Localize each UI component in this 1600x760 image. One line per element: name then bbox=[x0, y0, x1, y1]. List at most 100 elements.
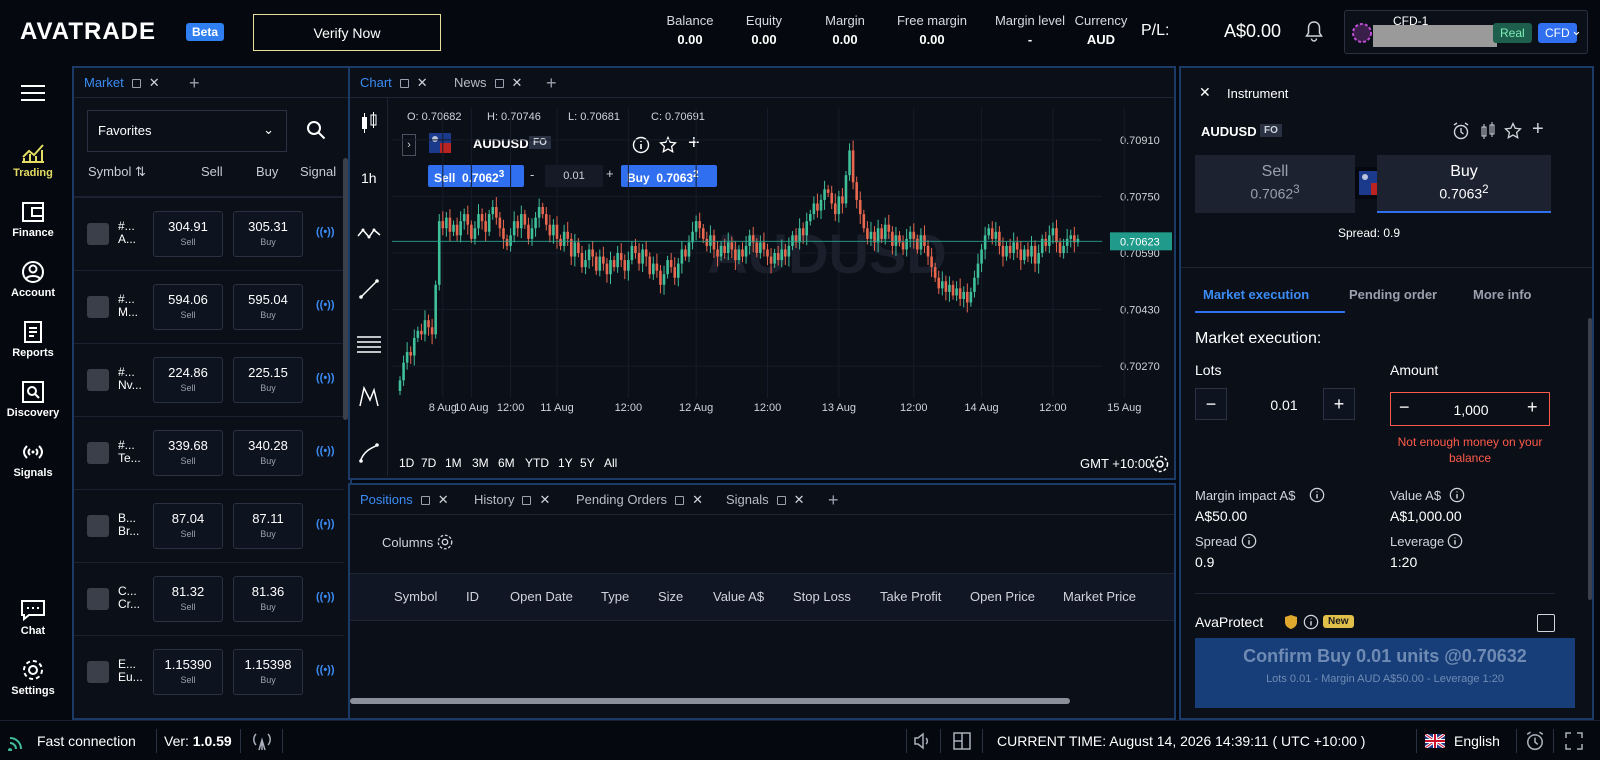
star-icon[interactable] bbox=[1504, 122, 1522, 140]
market-buy-button[interactable]: 225.15 Buy bbox=[233, 357, 303, 403]
detach-icon[interactable] bbox=[675, 496, 685, 505]
close-icon[interactable]: ✕ bbox=[539, 492, 550, 507]
tab-market[interactable]: Market ✕ bbox=[74, 68, 160, 98]
price-chart[interactable]: AUDUSD0.709100.707500.705900.704300.7027… bbox=[392, 98, 1172, 444]
instrument-scrollbar[interactable] bbox=[1588, 318, 1592, 600]
avaprotect-checkbox[interactable] bbox=[1537, 614, 1555, 632]
market-buy-button[interactable]: 305.31 Buy bbox=[233, 211, 303, 257]
tab-more-info[interactable]: More info bbox=[1473, 287, 1532, 302]
columns-gear-icon[interactable] bbox=[436, 533, 454, 551]
market-row[interactable]: E... Eu... 1.15390 Sell 1.15398 Buy ((•)) bbox=[74, 635, 344, 707]
nav-finance[interactable]: Finance bbox=[0, 200, 66, 239]
market-buy-button[interactable]: 87.11 Buy bbox=[233, 503, 303, 549]
indicators-icon[interactable] bbox=[357, 224, 381, 242]
close-icon[interactable]: ✕ bbox=[417, 75, 428, 90]
lots-decrease-button[interactable]: − bbox=[1195, 388, 1227, 420]
chart-settings-gear-icon[interactable] bbox=[1150, 454, 1170, 474]
nav-reports[interactable]: Reports bbox=[0, 320, 66, 359]
detach-icon[interactable] bbox=[776, 496, 786, 505]
detach-icon[interactable] bbox=[131, 79, 141, 88]
nav-settings[interactable]: Settings bbox=[0, 658, 66, 697]
market-buy-button[interactable]: 1.15398 Buy bbox=[233, 649, 303, 695]
nav-trading[interactable]: Trading bbox=[0, 140, 66, 179]
add-icon[interactable]: + bbox=[1532, 118, 1544, 141]
market-sell-button[interactable]: 304.91 Sell bbox=[153, 211, 223, 257]
range-button[interactable]: YTD bbox=[525, 456, 549, 470]
tab-pending-orders[interactable]: Pending Orders ✕ bbox=[566, 485, 703, 515]
market-row[interactable]: #... Te... 339.68 Sell 340.28 Buy ((•)) bbox=[74, 416, 344, 488]
positions-column-header[interactable]: Size bbox=[658, 589, 683, 604]
close-icon[interactable]: ✕ bbox=[149, 75, 160, 90]
nav-discovery[interactable]: Discovery bbox=[0, 380, 66, 419]
instrument-buy-button[interactable]: Buy 0.70632 bbox=[1377, 155, 1551, 213]
market-sell-button[interactable]: 339.68 Sell bbox=[153, 430, 223, 476]
info-icon[interactable] bbox=[1241, 533, 1257, 549]
tab-pending-order[interactable]: Pending order bbox=[1349, 287, 1437, 302]
add-tab-icon[interactable]: + bbox=[189, 73, 200, 94]
candlestick-type-icon[interactable] bbox=[360, 112, 378, 134]
horizontal-lines-icon[interactable] bbox=[357, 334, 381, 354]
add-tab-icon[interactable]: + bbox=[546, 73, 557, 94]
account-switcher[interactable]: CFD-1 Real CFD ⌄ bbox=[1344, 10, 1588, 54]
lots-increase-button[interactable]: + bbox=[1323, 388, 1355, 420]
instrument-sell-button[interactable]: Sell 0.70623 bbox=[1195, 155, 1355, 213]
detach-icon[interactable] bbox=[522, 496, 532, 505]
market-row[interactable]: B... Br... 87.04 Sell 87.11 Buy ((•)) bbox=[74, 489, 344, 561]
market-sell-button[interactable]: 87.04 Sell bbox=[153, 503, 223, 549]
market-row[interactable]: #... Nv... 224.86 Sell 225.15 Buy ((•)) bbox=[74, 343, 344, 415]
nav-account[interactable]: Account bbox=[0, 260, 66, 299]
curve-tool-icon[interactable] bbox=[358, 442, 380, 464]
fullscreen-icon[interactable] bbox=[1564, 731, 1584, 751]
info-icon[interactable] bbox=[1449, 487, 1465, 503]
nav-signals[interactable]: Signals bbox=[0, 440, 66, 479]
market-row[interactable]: #... A... 304.91 Sell 305.31 Buy ((•)) bbox=[74, 197, 344, 269]
signal-icon[interactable]: ((•)) bbox=[316, 372, 335, 384]
broadcast-icon[interactable] bbox=[251, 731, 273, 751]
detach-icon[interactable] bbox=[420, 496, 430, 505]
market-sell-button[interactable]: 81.32 Sell bbox=[153, 576, 223, 622]
range-button[interactable]: 1Y bbox=[558, 456, 573, 470]
tab-signals[interactable]: Signals ✕ bbox=[716, 485, 805, 515]
market-buy-button[interactable]: 340.28 Buy bbox=[233, 430, 303, 476]
tab-history[interactable]: History ✕ bbox=[464, 485, 550, 515]
tab-market-execution[interactable]: Market execution bbox=[1203, 287, 1309, 302]
candles-icon[interactable] bbox=[1479, 122, 1497, 140]
market-sell-button[interactable]: 224.86 Sell bbox=[153, 357, 223, 403]
signal-icon[interactable]: ((•)) bbox=[316, 518, 335, 530]
market-buy-button[interactable]: 595.04 Buy bbox=[233, 284, 303, 330]
market-sell-button[interactable]: 594.06 Sell bbox=[153, 284, 223, 330]
trendline-icon[interactable] bbox=[358, 278, 380, 300]
signal-icon[interactable]: ((•)) bbox=[316, 445, 335, 457]
tab-positions[interactable]: Positions ✕ bbox=[350, 485, 449, 515]
market-row[interactable]: #... M... 594.06 Sell 595.04 Buy ((•)) bbox=[74, 270, 344, 342]
language-selector[interactable]: English bbox=[1454, 733, 1500, 749]
speaker-icon[interactable] bbox=[912, 731, 932, 751]
add-tab-icon[interactable]: + bbox=[828, 490, 839, 511]
amount-input[interactable]: 1,000 bbox=[1427, 402, 1515, 418]
columns-button[interactable]: Columns bbox=[382, 535, 433, 550]
detach-icon[interactable] bbox=[494, 79, 504, 88]
signal-icon[interactable]: ((•)) bbox=[316, 591, 335, 603]
market-row[interactable]: C... Cr... 81.32 Sell 81.36 Buy ((•)) bbox=[74, 562, 344, 634]
bell-icon[interactable] bbox=[1304, 20, 1324, 42]
alarm-clock-icon[interactable] bbox=[1452, 122, 1470, 140]
positions-column-header[interactable]: Market Price bbox=[1063, 589, 1136, 604]
range-button[interactable]: All bbox=[604, 456, 617, 470]
verify-now-button[interactable]: Verify Now bbox=[253, 14, 441, 51]
nav-chat[interactable]: Chat bbox=[0, 598, 66, 637]
close-icon[interactable]: ✕ bbox=[794, 492, 805, 507]
positions-column-header[interactable]: Symbol bbox=[394, 589, 437, 604]
close-icon[interactable]: ✕ bbox=[692, 492, 703, 507]
tab-chart[interactable]: Chart ✕ bbox=[350, 68, 428, 98]
tab-news[interactable]: News ✕ bbox=[444, 68, 522, 98]
info-icon[interactable] bbox=[1447, 533, 1463, 549]
interval-selector[interactable]: 1h bbox=[361, 170, 377, 186]
range-button[interactable]: 1D bbox=[399, 456, 414, 470]
close-icon[interactable]: ✕ bbox=[438, 492, 449, 507]
info-icon[interactable] bbox=[1309, 487, 1325, 503]
positions-column-header[interactable]: Open Date bbox=[510, 589, 573, 604]
positions-column-header[interactable]: ID bbox=[466, 589, 479, 604]
range-button[interactable]: 7D bbox=[421, 456, 436, 470]
close-icon[interactable]: ✕ bbox=[512, 75, 523, 90]
range-button[interactable]: 1M bbox=[445, 456, 462, 470]
